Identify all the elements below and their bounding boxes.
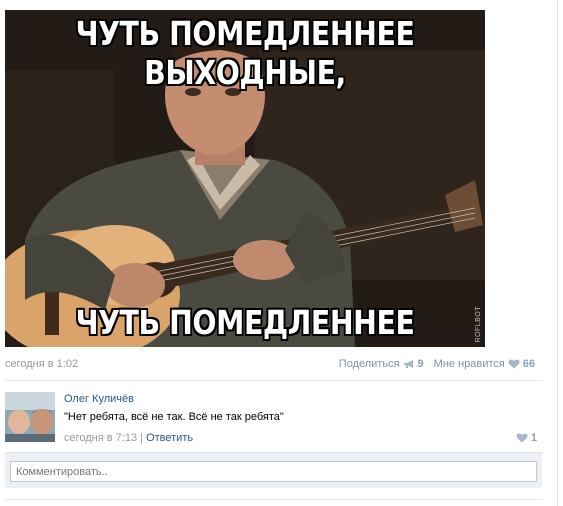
comment-like-button[interactable]: 1 bbox=[516, 432, 537, 444]
comment-author[interactable]: Олег Куличёв bbox=[64, 393, 134, 405]
watermark: ROFLBOT bbox=[475, 306, 482, 343]
heart-icon bbox=[516, 433, 528, 443]
comment-timestamp[interactable]: сегодня в 7:13 bbox=[64, 432, 137, 444]
like-count: 66 bbox=[522, 358, 535, 370]
divider bbox=[5, 499, 542, 500]
post-timestamp[interactable]: сегодня в 1:02 bbox=[5, 358, 78, 370]
share-button[interactable]: Поделиться 9 bbox=[339, 358, 424, 370]
share-label: Поделиться bbox=[338, 358, 400, 370]
post-actions: Поделиться 9 Мне нравится 66 bbox=[339, 358, 535, 370]
comment-text: "Нет ребята, всё не так. Всё не так ребя… bbox=[64, 411, 284, 423]
reply-button[interactable]: Ответить bbox=[146, 432, 193, 444]
like-label: Мне нравится bbox=[433, 358, 505, 370]
post-image[interactable]: ЧУТЬ ПОМЕДЛЕННЕЕ ВЫХОДНЫЕ, ЧУТЬ ПОМЕДЛЕН… bbox=[5, 10, 485, 347]
meta-separator: | bbox=[140, 432, 144, 444]
meme-bottom-caption: ЧУТЬ ПОМЕДЛЕННЕЕ bbox=[75, 303, 415, 342]
comment-like-count: 1 bbox=[530, 432, 537, 444]
share-count: 9 bbox=[417, 358, 424, 370]
megaphone-icon bbox=[403, 359, 415, 369]
divider bbox=[5, 380, 542, 381]
avatar[interactable] bbox=[5, 392, 55, 442]
comment-compose bbox=[5, 452, 542, 488]
heart-icon bbox=[508, 359, 520, 369]
comment-meta: сегодня в 7:13 | Ответить bbox=[64, 432, 193, 444]
comment-input[interactable] bbox=[10, 461, 537, 482]
right-column-border bbox=[557, 0, 558, 506]
meme-top-caption: ЧУТЬ ПОМЕДЛЕННЕЕ ВЫХОДНЫЕ, bbox=[75, 14, 415, 92]
like-button[interactable]: Мне нравится 66 bbox=[434, 358, 535, 370]
